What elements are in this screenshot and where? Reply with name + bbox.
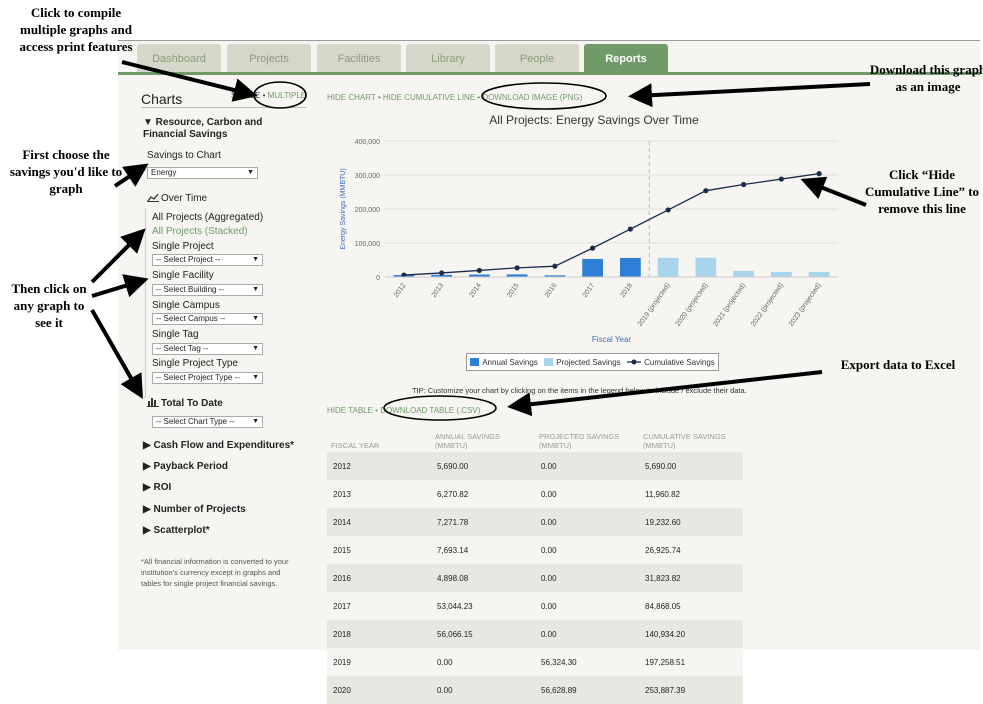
table-row: 2020 0.00 56,628.89 253,887.39 [327, 676, 743, 704]
annotation-arrows [90, 60, 871, 421]
table-cell: 2020 [327, 676, 431, 704]
table-cell: 0.00 [431, 676, 535, 704]
annotation-arrow [121, 60, 258, 102]
annotation-arrow [628, 82, 871, 108]
annotation-arrow [800, 176, 867, 207]
annotation-choose-savings: First choose the savings you'd like to g… [9, 147, 123, 196]
table-cell: 0.00 [431, 648, 535, 676]
annotation-export: Export data to Excel [840, 357, 956, 372]
annotation-hide-cumulative: Click “Hide Cumulative Line” to remove t… [864, 167, 980, 216]
annotation-arrow [90, 309, 143, 399]
table-row: 2019 0.00 56,324.30 197,258.51 [327, 648, 743, 676]
annotation-arrow [91, 274, 149, 298]
callout-ellipse [383, 395, 497, 421]
table-cell: 2019 [327, 648, 431, 676]
callout-ellipse [253, 81, 307, 109]
annotation-arrow [507, 370, 823, 417]
annotation-download-graph: Download this graph as an image [869, 62, 983, 94]
annotation-then-click: Then click on any graph to see it [11, 281, 87, 330]
table-cell: 253,887.39 [639, 676, 743, 704]
table-cell: 197,258.51 [639, 648, 743, 676]
callout-ellipse [481, 82, 607, 110]
table-cell: 56,628.89 [535, 676, 639, 704]
table-cell: 56,324.30 [535, 648, 639, 676]
annotation-arrow [90, 228, 146, 284]
annotation-compile: Click to compile multiple graphs and acc… [19, 5, 133, 54]
